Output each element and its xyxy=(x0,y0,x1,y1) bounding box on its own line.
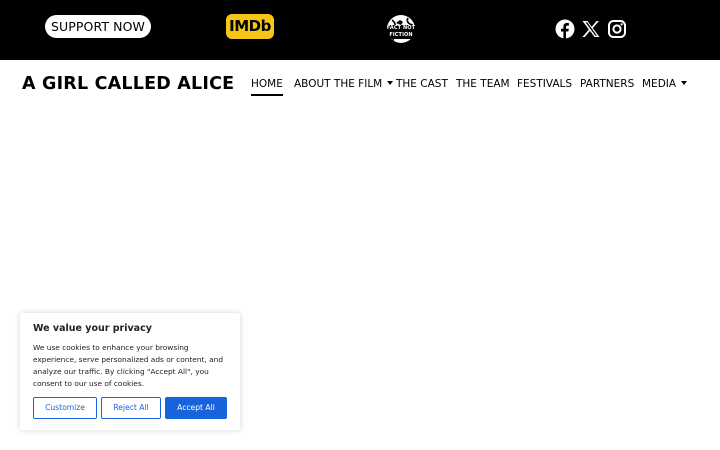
cookie-description: We use cookies to enhance your browsing … xyxy=(33,343,224,388)
fact-not-fiction-label: FACT NOT FICTION xyxy=(378,25,424,39)
customize-button[interactable]: Customize xyxy=(33,397,97,419)
imdb-logo[interactable]: IMDb xyxy=(226,14,274,39)
facebook-icon[interactable] xyxy=(555,19,575,39)
nav-item-the-team[interactable]: THE TEAM xyxy=(456,77,510,91)
main-nav: HOME ABOUT THE FILM THE CAST THE TEAM FE… xyxy=(0,77,720,97)
nav-item-festivals[interactable]: FESTIVALS xyxy=(517,77,572,91)
nav-item-media-label: MEDIA xyxy=(642,78,677,90)
cookie-consent-banner: We value your privacy We use cookies to … xyxy=(20,313,240,430)
support-now-button[interactable]: SUPPORT NOW xyxy=(45,15,151,38)
reject-all-button[interactable]: Reject All xyxy=(101,397,161,419)
top-bar: SUPPORT NOW IMDb FACT NOT FICTION xyxy=(0,0,720,60)
nav-item-about-label: ABOUT THE FILM xyxy=(294,78,383,90)
nav-item-partners[interactable]: PARTNERS xyxy=(580,77,634,91)
accept-all-button[interactable]: Accept All xyxy=(165,397,227,419)
fact-not-fiction-logo[interactable]: FACT NOT FICTION xyxy=(378,14,424,46)
nav-item-home[interactable]: HOME xyxy=(251,77,283,96)
nav-item-about-the-film[interactable]: ABOUT THE FILM xyxy=(294,77,394,91)
x-icon[interactable] xyxy=(581,19,601,39)
cookie-title: We value your privacy xyxy=(33,323,152,334)
chevron-down-icon xyxy=(387,81,394,85)
instagram-icon[interactable] xyxy=(607,19,627,39)
nav-item-the-cast[interactable]: THE CAST xyxy=(396,77,448,91)
nav-item-media[interactable]: MEDIA xyxy=(642,77,688,91)
chevron-down-icon xyxy=(681,81,688,85)
